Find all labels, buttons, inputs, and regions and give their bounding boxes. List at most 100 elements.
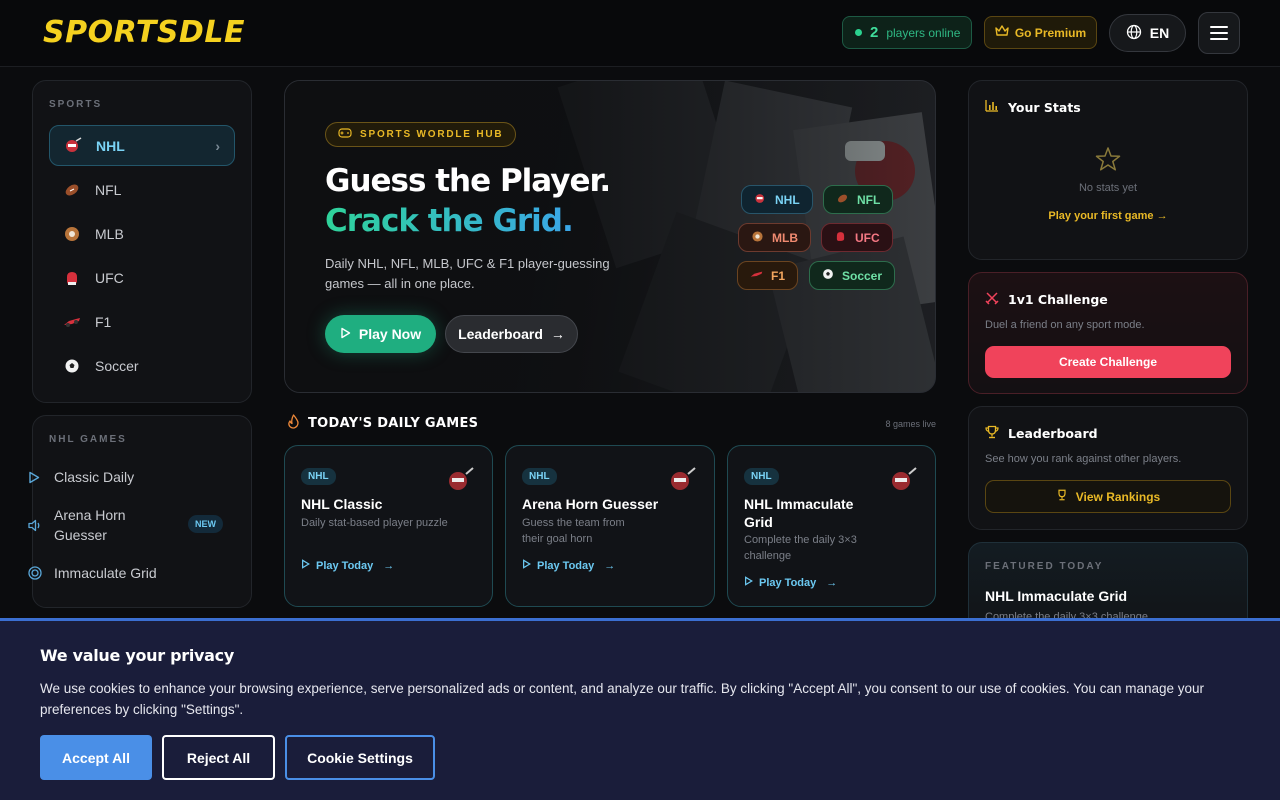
create-challenge-button[interactable]: Create Challenge [985,346,1231,378]
game-tag: NHL [744,468,779,485]
nhl-game-label: Immaculate Grid [54,565,157,581]
sidebar-item-label: NHL [96,137,125,154]
chip-label: NFL [857,192,881,207]
play-today-link[interactable]: Play Today → [522,559,615,572]
hero-subtitle: Daily NHL, NFL, MLB, UFC & F1 player-gue… [325,256,610,291]
sidebar-item-label: UFC [95,269,124,286]
hamburger-line [1210,26,1228,28]
game-description: Complete the daily 3×3 challenge [744,534,857,562]
hero-banner: SPORTS WORDLE HUB Guess the Player. Crac… [284,80,936,393]
leaderboard-title: Leaderboard [1008,426,1098,441]
play-icon [28,471,42,484]
featured-label: FEATURED TODAY [985,561,1104,572]
play-first-game-link[interactable]: Play your first game → [969,210,1247,222]
hockey-helmet-icon [889,466,917,494]
game-card-immaculate-grid[interactable]: NHL NHL Immaculate Grid Complete the dai… [727,445,936,607]
go-premium-label: Go Premium [1014,25,1087,40]
game-tag: NHL [301,468,336,485]
sports-panel: SPORTS NHL › NFL MLB UFC F1 Soccer [32,80,252,403]
game-card-arena-horn-guesser[interactable]: NHL Arena Horn Guesser Guess the team fr… [505,445,715,607]
top-header: SPORTSDLE 2 players online Go Premium EN [0,0,1280,67]
crown-icon [995,25,1009,40]
play-icon [340,326,351,342]
game-description: Guess the team from their goal horn [522,517,625,545]
speaker-icon [28,519,42,532]
view-rankings-label: View Rankings [1075,489,1161,504]
sidebar-item-label: Soccer [95,357,139,374]
challenge-heading: 1v1 Challenge [985,291,1108,308]
chip-mlb[interactable]: MLB [738,223,811,252]
online-label: players online [886,25,961,40]
cookie-settings-button[interactable]: Cookie Settings [285,735,435,780]
view-rankings-button[interactable]: View Rankings [985,480,1231,513]
hero-title-accent: Crack the Grid. [325,203,574,239]
your-stats-title: Your Stats [1008,99,1081,115]
play-today-link[interactable]: Play Today → [301,559,394,572]
language-label: EN [1149,25,1170,41]
race-car-icon [63,313,81,331]
sidebar-item-ufc[interactable]: UFC [49,257,235,298]
play-now-label: Play Now [358,326,422,342]
leaderboard-heading: Leaderboard [985,425,1098,442]
sidebar-item-label: NFL [95,181,122,198]
games-live-count: 8 games live [885,419,936,429]
online-dot-icon [855,29,862,36]
baseball-icon [63,225,81,243]
sidebar-item-soccer[interactable]: Soccer [49,345,235,386]
reject-all-button[interactable]: Reject All [162,735,275,780]
sidebar-item-nfl[interactable]: NFL [49,169,235,210]
boxing-glove-icon [63,269,81,287]
challenge-title: 1v1 Challenge [1008,292,1108,307]
chip-soccer[interactable]: Soccer [809,261,896,290]
game-tag: NHL [522,468,557,485]
baseball-icon [751,230,764,246]
daily-games-title: TODAY'S DAILY GAMES [308,416,479,431]
hockey-helmet-icon [668,466,696,494]
go-premium-button[interactable]: Go Premium [984,16,1097,49]
hamburger-menu-button[interactable] [1198,12,1240,54]
chip-nfl[interactable]: NFL [823,185,894,214]
your-stats-heading: Your Stats [985,99,1081,115]
leaderboard-description: See how you rank against other players. [985,453,1182,465]
game-card-nhl-classic[interactable]: NHL NHL Classic Daily stat-based player … [284,445,493,607]
game-title: NHL Immaculate Grid [744,496,854,530]
chip-nhl[interactable]: NHL [741,185,813,214]
boxing-glove-icon [834,230,847,246]
nhl-game-arena-horn-guesser[interactable]: Arena Horn Guesser [28,505,138,545]
nhl-game-label: Arena Horn Guesser [54,507,126,543]
hub-badge-label: SPORTS WORDLE HUB [360,129,504,140]
nhl-game-label: Classic Daily [54,469,135,485]
game-title: Arena Horn Guesser [522,496,659,512]
chip-label: UFC [855,230,880,245]
target-icon [28,566,42,580]
chip-f1[interactable]: F1 [737,261,799,290]
accept-all-button[interactable]: Accept All [40,735,152,780]
game-description: Daily stat-based player puzzle [301,517,448,529]
nhl-game-classic-daily[interactable]: Classic Daily [28,467,208,487]
gamepad-icon [338,128,352,141]
chip-label: F1 [771,268,786,283]
challenge-description: Duel a friend on any sport mode. [985,319,1145,331]
site-logo[interactable]: SPORTSDLE [43,15,245,51]
no-stats-text: No stats yet [1078,182,1138,194]
sidebar-item-label: F1 [95,313,112,330]
play-now-button[interactable]: Play Now [325,315,436,353]
arrow-right-icon: → [826,576,838,589]
play-today-link[interactable]: Play Today → [744,576,837,589]
leaderboard-button[interactable]: Leaderboard → [445,315,578,353]
sidebar-item-mlb[interactable]: MLB [49,213,235,254]
football-icon [63,181,81,199]
sidebar-item-nhl[interactable]: NHL › [49,125,235,166]
star-icon [1095,146,1121,177]
chip-ufc[interactable]: UFC [821,223,893,252]
featured-title: NHL Immaculate Grid [985,588,1128,604]
language-selector[interactable]: EN [1109,14,1186,52]
football-icon [836,192,849,208]
nhl-game-immaculate-grid[interactable]: Immaculate Grid [28,563,208,583]
hockey-icon [754,192,767,208]
crossed-swords-icon [985,291,999,308]
cookie-title: We value your privacy [40,646,234,665]
soccer-ball-icon [63,357,81,375]
sidebar-item-f1[interactable]: F1 [49,301,235,342]
hero-title: Guess the Player. [325,163,611,199]
